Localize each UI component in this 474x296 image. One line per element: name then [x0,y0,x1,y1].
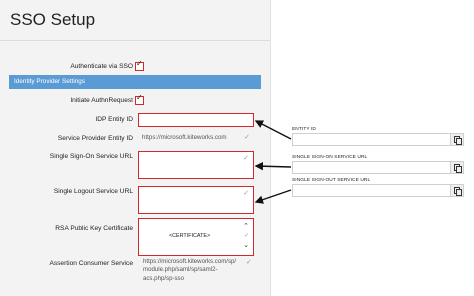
entity-id-box[interactable] [292,133,464,146]
copy-icon[interactable] [450,162,463,173]
slo-url-input[interactable]: ✓ [138,186,254,214]
rsa-certificate-textarea[interactable]: <CERTIFICATE> ⌃ ✓ ⌄ [138,218,254,256]
authenticate-checkbox[interactable]: ✓ [135,59,144,71]
copy-icon[interactable] [450,185,463,196]
callout-slo-url-label: SINGLE SIGN-OUT SERVICE URL [292,178,371,183]
acs-line: module.php/saml/sp/saml2- [143,266,218,274]
sp-entity-label: Service Provider Entity ID [57,135,133,142]
slo-url-box[interactable] [292,184,464,197]
checkmark-icon: ✓ [136,93,143,102]
scroll-up-icon[interactable]: ⌃ [243,222,249,230]
title-divider [0,40,270,41]
acs-line: https://microsoft.kiteworks.com/sp/ [143,258,237,265]
idp-entity-label: IDP Entity ID [95,116,133,123]
acs-value: https://microsoft.kiteworks.com/sp/ modu… [143,258,236,283]
section-header: Identity Provider Settings [9,75,261,89]
sso-url-input[interactable]: ✓ [138,151,254,179]
idp-entity-input[interactable] [138,113,254,127]
checkmark-icon: ✓ [243,190,249,197]
checkmark-icon: ✓ [136,59,143,68]
certificate-value: <CERTIFICATE> [169,233,211,239]
sp-entity-value: https://microsoft.kiteworks.com [142,134,227,141]
initiate-checkbox[interactable]: ✓ [135,93,144,105]
checkmark-icon: ✓ [246,259,252,266]
sp-entity-field: https://microsoft.kiteworks.com ✓ [138,131,254,145]
checkmark-icon: ✓ [244,134,250,141]
scroll-down-icon[interactable]: ⌄ [243,241,249,249]
callout-sso-url-label: SINGLE SIGN-ON SERVICE URL [292,155,368,160]
callout-entity-id-label: ENTITY ID [292,127,316,132]
sso-setup-panel: SSO Setup Authenticate via SSO ✓ Identit… [0,0,271,296]
checkmark-icon: ✓ [243,233,249,239]
initiate-label: Initiate AuthnRequest [70,97,133,104]
rsa-label: RSA Public Key Certificate [55,225,133,232]
copy-icon[interactable] [450,134,463,145]
page-title: SSO Setup [10,10,96,29]
acs-line: acs.php/sp-sso [143,274,184,282]
authenticate-label: Authenticate via SSO [70,63,133,70]
slo-url-label: Single Logout Service URL [53,188,133,195]
sso-url-label: Single Sign-On Service URL [49,153,133,160]
checkmark-icon: ✓ [243,155,249,162]
acs-label: Assertion Consumer Service [49,260,133,267]
sso-url-box[interactable] [292,161,464,174]
